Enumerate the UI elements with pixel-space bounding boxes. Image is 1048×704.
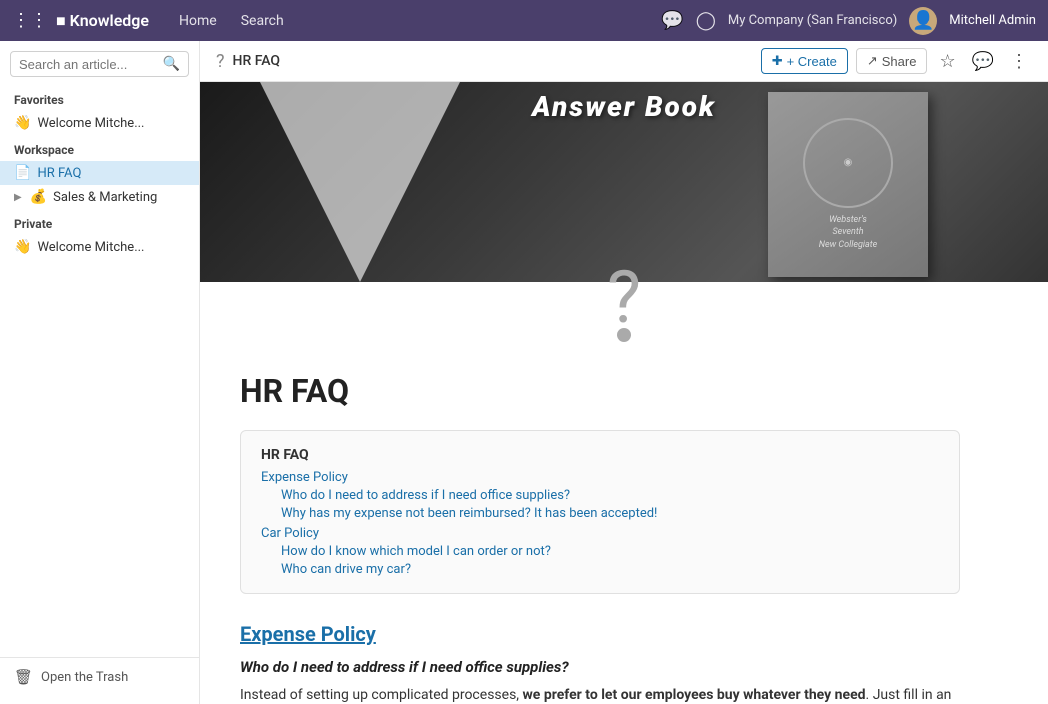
share-icon: ↗ [867,53,878,69]
office-supplies-paragraph: Instead of setting up complicated proces… [240,684,960,704]
sidebar-search-wrap: 🔍 [0,41,199,85]
toc-item-car-drive: Who can drive my car? [281,561,939,577]
breadcrumb-doc-icon: ? [216,51,225,72]
create-button[interactable]: ✚ + Create [761,48,848,74]
office-supplies-subheading: Who do I need to address if I need offic… [240,658,960,676]
toc-item-car: Car Policy [261,525,939,541]
toc-link-reimbursed[interactable]: Why has my expense not been reimbursed? … [281,506,657,521]
sidebar-item-label-priv: Welcome Mitche... [37,240,144,255]
sidebar: 🔍 Favorites 👋 Welcome Mitche... Workspac… [0,41,200,704]
toc-link-expense[interactable]: Expense Policy [261,470,348,485]
question-mark-area: ? [200,262,1048,342]
logo-text: Knowledge [70,11,149,30]
sidebar-item-hrfaq[interactable]: 📄 HR FAQ [0,161,199,185]
open-trash-label: Open the Trash [41,670,128,685]
search-box[interactable]: 🔍 [10,51,189,77]
cover-image-inner: Answer Book ◉ Webster's Seventh New [200,82,1048,282]
sidebar-item-label-sales: Sales & Marketing [53,190,157,205]
page-icon-hrfaq: 📄 [14,165,31,181]
toc-item-car-model: How do I know which model I can order or… [281,543,939,559]
workspace-label: Workspace [0,135,199,161]
expense-policy-section: Expense Policy Who do I need to address … [240,622,960,704]
cover-image: Answer Book ◉ Webster's Seventh New [200,82,1048,282]
nav-links: Home Search [169,9,294,33]
top-navigation: ⋮⋮ ■ Knowledge Home Search 💬 ◯ My Compan… [0,0,1048,41]
username-label: Mitchell Admin [949,13,1036,28]
open-trash-button[interactable]: 🗑 Open the Trash [0,657,199,696]
logo-icon: ■ [56,11,66,31]
private-label: Private [0,209,199,235]
share-label: Share [882,54,917,69]
main-layout: 🔍 Favorites 👋 Welcome Mitche... Workspac… [0,41,1048,704]
paragraph-start: Instead of setting up complicated proces… [240,687,523,703]
article-title: HR FAQ [240,372,960,410]
toc-item-office-supplies: Who do I need to address if I need offic… [281,487,939,503]
toc-link-car[interactable]: Car Policy [261,526,319,541]
content-wrapper: Answer Book ◉ Webster's Seventh New [200,82,1048,704]
search-icon: 🔍 [163,56,180,72]
trash-icon: 🗑 [14,668,33,686]
wave-icon-priv: 👋 [14,239,31,255]
expense-policy-heading[interactable]: Expense Policy [240,622,960,646]
sidebar-item-label-fav: Welcome Mitche... [37,116,144,131]
comment-button[interactable]: 💬 [968,49,998,74]
paragraph-bold: we prefer to let our employees buy whate… [523,687,866,703]
search-input[interactable] [19,57,157,72]
article-body: HR FAQ HR FAQ Expense Policy Who do I ne… [200,342,1000,704]
folder-icon-sales: 💰 [30,189,47,205]
clock-icon[interactable]: ◯ [696,10,716,31]
expand-icon-sales: ▶ [14,192,22,203]
app-logo[interactable]: ■ Knowledge [56,11,149,31]
avatar[interactable]: 👤 [909,7,937,35]
sidebar-item-welcome-priv[interactable]: 👋 Welcome Mitche... [0,235,199,259]
sidebar-item-label-hrfaq: HR FAQ [37,166,81,181]
favorites-label: Favorites [0,85,199,111]
toc-item-expense: Expense Policy [261,469,939,485]
cover-book-graphic: ◉ Webster's Seventh New Collegiate [768,92,928,277]
breadcrumb-actions: ✚ + Create ↗ Share ☆ 💬 ⋮ [761,48,1032,74]
wave-icon-fav: 👋 [14,115,31,131]
topnav-right: 💬 ◯ My Company (San Francisco) 👤 Mitchel… [661,7,1036,35]
table-of-contents: HR FAQ Expense Policy Who do I need to a… [240,430,960,594]
toc-link-car-model[interactable]: How do I know which model I can order or… [281,544,551,559]
content-area: Answer Book ◉ Webster's Seventh New [200,82,1048,704]
more-options-button[interactable]: ⋮ [1006,49,1032,74]
sidebar-item-sales[interactable]: ▶ 💰 Sales & Marketing [0,185,199,209]
nav-home[interactable]: Home [169,9,227,33]
question-mark-icon: ? [200,262,1048,334]
create-plus-icon: ✚ [772,53,783,69]
nav-search[interactable]: Search [231,9,294,33]
toc-heading: HR FAQ [261,447,939,463]
sidebar-item-welcome-fav[interactable]: 👋 Welcome Mitche... [0,111,199,135]
chat-icon[interactable]: 💬 [661,10,683,31]
grid-icon[interactable]: ⋮⋮ [12,10,48,31]
breadcrumb-bar: ? HR FAQ ✚ + Create ↗ Share ☆ 💬 ⋮ [200,41,1048,82]
star-button[interactable]: ☆ [935,49,959,74]
breadcrumb-title: HR FAQ [233,53,753,69]
toc-item-reimbursed: Why has my expense not been reimbursed? … [281,505,939,521]
company-selector[interactable]: My Company (San Francisco) [728,13,897,28]
toc-link-car-drive[interactable]: Who can drive my car? [281,562,411,577]
share-button[interactable]: ↗ Share [856,48,928,74]
toc-link-office-supplies[interactable]: Who do I need to address if I need offic… [281,488,570,503]
create-label: + Create [787,54,837,69]
